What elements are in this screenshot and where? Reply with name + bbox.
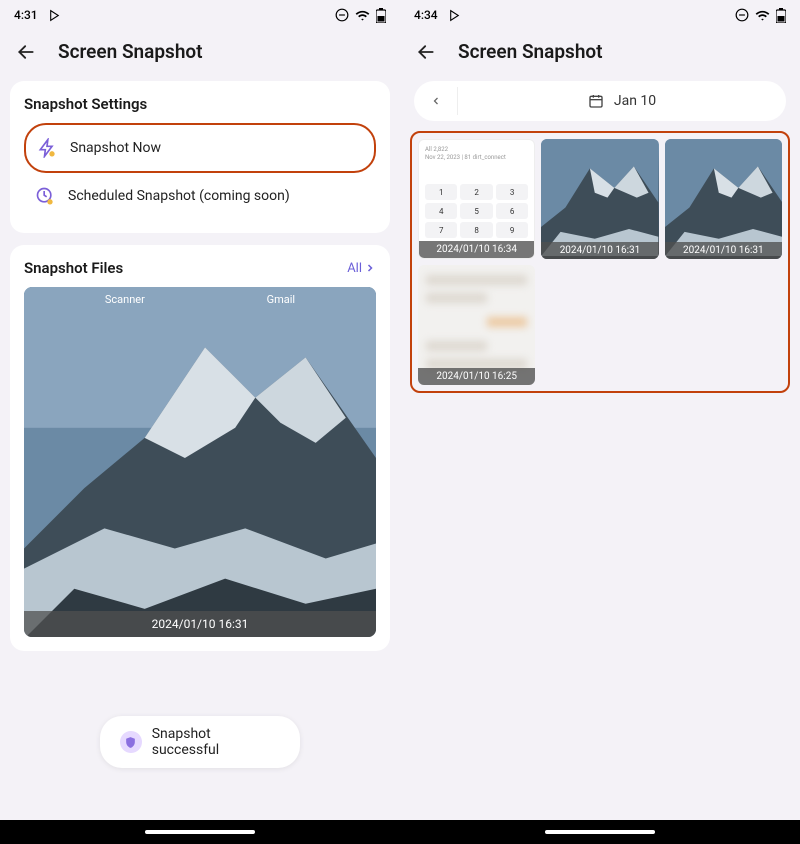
snapshot-grid-item[interactable]: All 2,822 Nov 22, 2023 | 81 dirt_connect…	[418, 139, 535, 259]
status-bar: 4:34	[400, 0, 800, 26]
home-indicator[interactable]	[145, 830, 255, 834]
battery-icon	[776, 8, 786, 23]
status-time: 4:31	[14, 8, 38, 22]
play-store-icon	[448, 9, 461, 22]
prev-date-button[interactable]	[414, 87, 458, 115]
scheduled-snapshot-row[interactable]: Scheduled Snapshot (coming soon)	[24, 173, 376, 219]
date-display[interactable]: Jan 10	[458, 93, 786, 109]
app-header: Screen Snapshot	[0, 26, 400, 81]
all-link[interactable]: All	[347, 261, 376, 276]
dnd-icon	[735, 8, 749, 22]
snapshot-thumbnail[interactable]: Scanner Gmail 2024/01/10 16:31	[24, 287, 376, 637]
wifi-icon	[355, 8, 370, 23]
date-picker-bar: Jan 10	[414, 81, 786, 121]
status-bar: 4:31	[0, 0, 400, 26]
settings-title: Snapshot Settings	[24, 95, 376, 113]
back-button[interactable]	[416, 42, 436, 62]
clock-icon	[34, 185, 56, 207]
settings-card: Snapshot Settings Snapshot Now Scheduled…	[10, 81, 390, 233]
page-title: Screen Snapshot	[458, 40, 603, 63]
thumb-app-labels: Scanner Gmail	[24, 293, 376, 306]
page-title: Screen Snapshot	[58, 40, 203, 63]
status-time: 4:34	[414, 8, 438, 22]
snapshot-grid-item[interactable]: 2024/01/10 16:31	[541, 139, 658, 259]
phone-left: 4:31 Screen Snapshot Snapshot Settings S…	[0, 0, 400, 844]
grid-timestamp: 2024/01/10 16:34	[419, 241, 534, 258]
lightning-icon	[36, 137, 58, 159]
mountain-image	[541, 139, 658, 256]
app-header: Screen Snapshot	[400, 26, 800, 81]
chevron-right-icon	[364, 262, 376, 274]
dnd-icon	[335, 8, 349, 22]
snapshot-now-label: Snapshot Now	[70, 140, 161, 156]
files-title: Snapshot Files	[24, 259, 123, 277]
snapshot-grid-highlighted: All 2,822 Nov 22, 2023 | 81 dirt_connect…	[410, 131, 790, 393]
grid-timestamp: 2024/01/10 16:31	[541, 242, 658, 259]
nav-bar	[0, 820, 400, 844]
back-button[interactable]	[16, 42, 36, 62]
mountain-image	[665, 139, 782, 256]
thumb-timestamp: 2024/01/10 16:31	[24, 611, 376, 637]
toast-text: Snapshot successful	[152, 726, 280, 758]
blurred-content	[426, 275, 527, 367]
grid-timestamp: 2024/01/10 16:31	[665, 242, 782, 259]
keypad-icon: 123 456 789	[425, 184, 528, 238]
snapshot-grid-item[interactable]: 2024/01/10 16:25	[418, 265, 535, 385]
snapshot-now-row[interactable]: Snapshot Now	[24, 123, 376, 173]
snapshot-grid-item[interactable]: 2024/01/10 16:31	[665, 139, 782, 259]
play-store-icon	[48, 9, 61, 22]
toast: Snapshot successful	[100, 716, 300, 768]
wifi-icon	[755, 8, 770, 23]
scheduled-label: Scheduled Snapshot (coming soon)	[68, 188, 290, 204]
nav-bar	[400, 820, 800, 844]
calendar-icon	[588, 93, 604, 109]
mountain-image	[24, 287, 376, 637]
phone-right: 4:34 Screen Snapshot Jan 10	[400, 0, 800, 844]
toast-shield-icon	[120, 731, 142, 753]
keypad-header-text: All 2,822 Nov 22, 2023 | 81 dirt_connect	[425, 146, 506, 163]
grid-timestamp: 2024/01/10 16:25	[418, 368, 535, 385]
battery-icon	[376, 8, 386, 23]
files-card: Snapshot Files All Scanner	[10, 245, 390, 651]
home-indicator[interactable]	[545, 830, 655, 834]
